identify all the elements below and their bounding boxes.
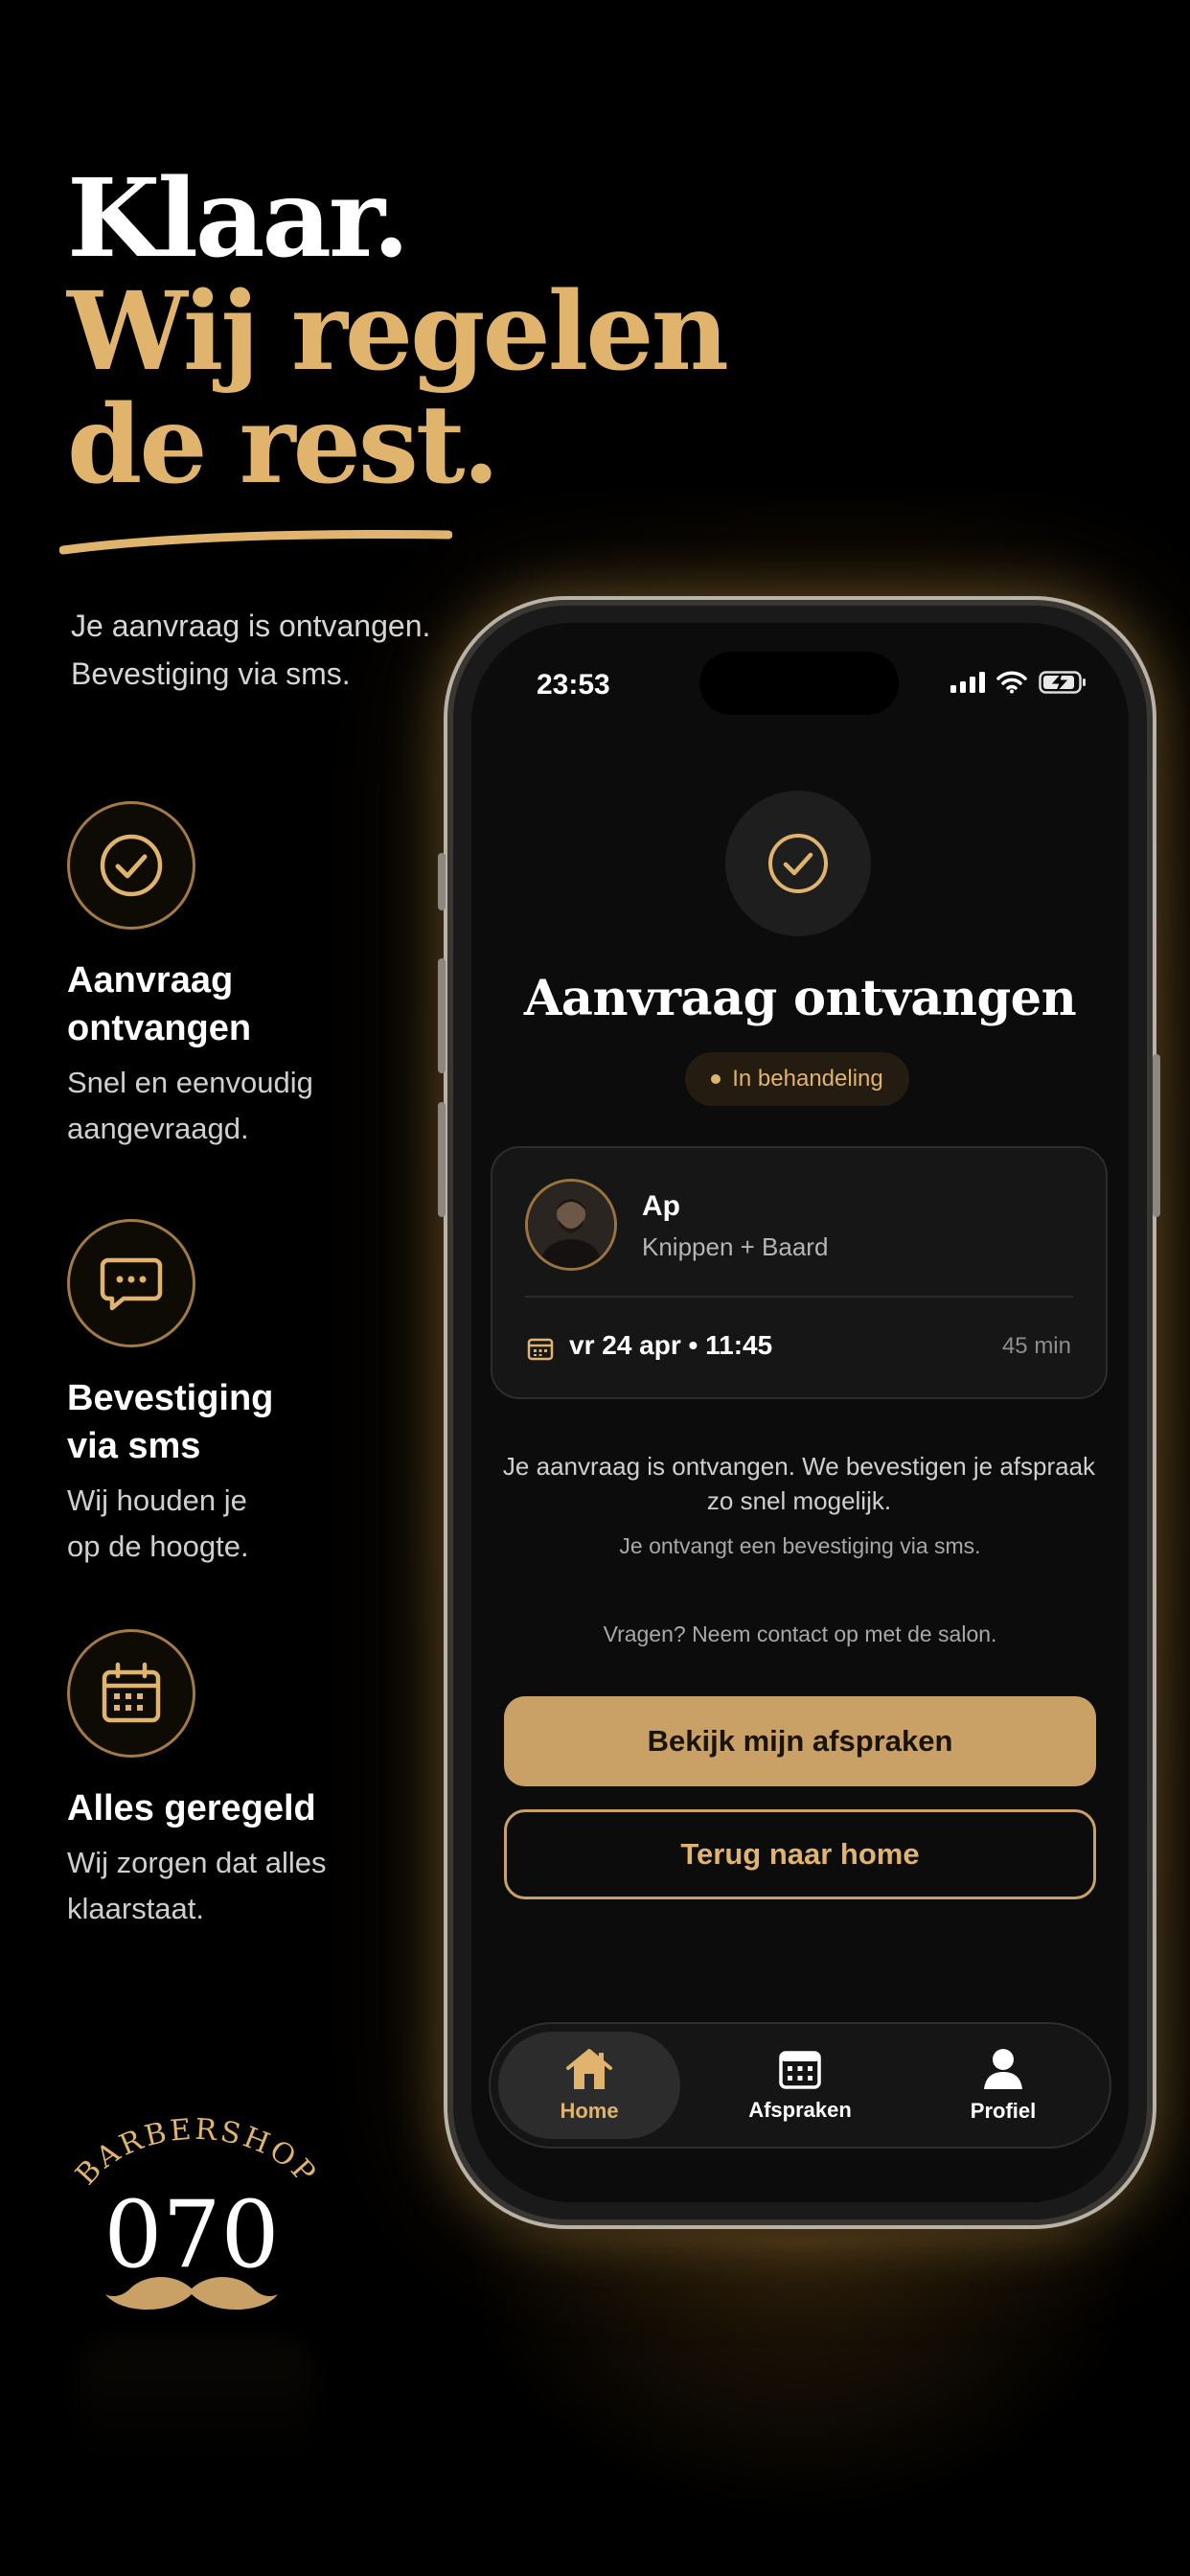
service-name: Knippen + Baard: [642, 1232, 829, 1261]
status-badge-label: In behandeling: [732, 1066, 883, 1092]
back-home-button[interactable]: Terug naar home: [504, 1809, 1096, 1899]
feature-description: Wij houden je op de hoogte.: [67, 1478, 383, 1570]
chat-bubble-icon: [67, 1219, 195, 1347]
hero-line-1: Klaar.: [67, 156, 410, 282]
phone-side-button: [438, 958, 446, 1073]
hero-line-2: Wij regelen: [67, 269, 729, 395]
contact-note: Vragen? Neem contact op met de salon.: [603, 1622, 997, 1646]
tab-label: Home: [560, 2099, 619, 2123]
feature-desc-line: aangevraagd.: [67, 1112, 249, 1145]
calendar-icon: [779, 2051, 821, 2089]
feature-description: Snel en eenvoudig aangevraagd.: [67, 1060, 383, 1152]
feature-request-received: Aanvraag ontvangen Snel en eenvoudig aan…: [67, 801, 383, 1152]
booking-card: Ap Knippen + Baard vr 24 apr • 11:45 45 …: [491, 1146, 1108, 1399]
barber-name: Ap: [642, 1190, 680, 1222]
phone-reflection: [450, 2233, 1150, 2520]
phone-side-button: [438, 1102, 446, 1217]
dynamic-island: [699, 652, 899, 715]
phone-side-button: [438, 853, 446, 910]
sms-note: Je ontvangt een bevestiging via sms.: [619, 1533, 981, 1558]
tab-home[interactable]: Home: [498, 2032, 680, 2139]
hero-subtitle-line-1: Je aanvraag is ontvangen.: [71, 609, 431, 643]
feature-title-line: Bevestiging: [67, 1378, 274, 1418]
feature-desc-line: Snel en eenvoudig: [67, 1066, 313, 1099]
logo-reflection: [77, 2338, 316, 2472]
tab-afspraken[interactable]: Afspraken: [709, 2032, 891, 2139]
tab-bar: Home Afspraken Profiel: [489, 2022, 1111, 2149]
person-icon: [984, 2049, 1022, 2089]
feature-desc-line: Wij houden je: [67, 1484, 247, 1517]
confirmation-message-line: Je aanvraag is ontvangen. We bevestigen …: [502, 1452, 1096, 1481]
home-icon: [566, 2049, 612, 2089]
phone-power-button: [1153, 1054, 1160, 1217]
booking-datetime: vr 24 apr • 11:45: [569, 1330, 773, 1360]
view-appointments-button[interactable]: Bekijk mijn afspraken: [504, 1696, 1096, 1786]
hero-underline: [59, 530, 452, 555]
wifi-icon: [996, 671, 1027, 694]
feature-title: Alles geregeld: [67, 1784, 383, 1832]
feature-desc-line: op de hoogte.: [67, 1530, 249, 1563]
check-circle-icon: [67, 801, 195, 930]
feature-sms-confirmation: Bevestiging via sms Wij houden je op de …: [67, 1219, 383, 1570]
booking-duration: 45 min: [1001, 1333, 1071, 1359]
status-badge: In behandeling: [685, 1052, 909, 1106]
barbershop-logo: BARBERSHOP 070: [69, 2118, 321, 2310]
feature-title: Aanvraag ontvangen: [67, 956, 383, 1052]
status-icons: [950, 671, 1087, 694]
feature-desc-line: Wij zorgen dat alles: [67, 1846, 327, 1879]
page-title: Aanvraag ontvangen: [523, 970, 1077, 1027]
hero-heading: Klaar. Wij regelen de rest.: [67, 156, 729, 508]
feature-title: Bevestiging via sms: [67, 1374, 383, 1470]
feature-title-line: Alles geregeld: [67, 1788, 316, 1828]
feature-all-arranged: Alles geregeld Wij zorgen dat alles klaa…: [67, 1629, 383, 1932]
card-divider: [525, 1296, 1073, 1298]
phone-screen: 23:53 Aanvraag ontvangen In behandeling …: [471, 623, 1129, 2202]
feature-title-line: via sms: [67, 1426, 201, 1466]
status-dot: [711, 1074, 721, 1084]
calendar-icon: [527, 1338, 554, 1361]
hero-line-3: de rest.: [67, 382, 500, 508]
battery-charging-icon: [1039, 671, 1086, 694]
feature-title-line: ontvangen: [67, 1008, 252, 1048]
status-time: 23:53: [537, 669, 610, 701]
tab-label: Profiel: [970, 2099, 1037, 2123]
signal-icon: [950, 672, 985, 693]
feature-desc-line: klaarstaat.: [67, 1892, 205, 1925]
feature-description: Wij zorgen dat alles klaarstaat.: [67, 1840, 383, 1932]
confirmation-message: Je aanvraag is ontvangen. We bevestigen …: [491, 1449, 1108, 1518]
tab-label: Afspraken: [748, 2098, 852, 2122]
confirmation-message-line: zo snel mogelijk.: [706, 1486, 892, 1515]
logo-number: 070: [103, 2181, 279, 2288]
success-check-icon: [725, 791, 871, 936]
hero-subtitle-line-2: Bevestiging via sms.: [71, 656, 351, 691]
calendar-icon: [67, 1629, 195, 1758]
avatar: [525, 1179, 617, 1271]
hero-subtitle: Je aanvraag is ontvangen. Bevestiging vi…: [71, 602, 473, 698]
feature-title-line: Aanvraag: [67, 960, 234, 1000]
tab-profiel[interactable]: Profiel: [912, 2032, 1094, 2139]
